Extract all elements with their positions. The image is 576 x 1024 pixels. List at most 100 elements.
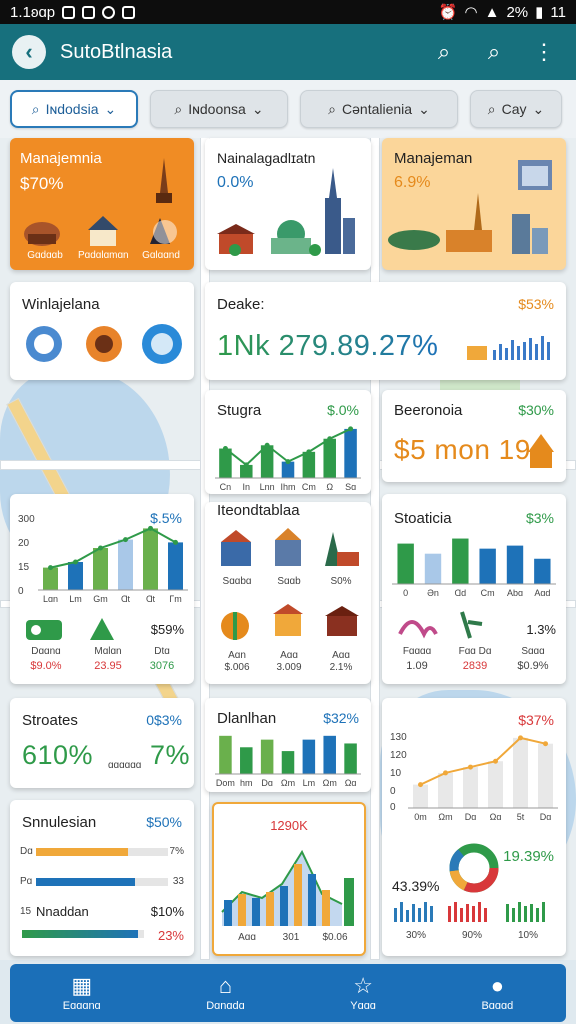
item-label: Fɑɑ Dɑ <box>458 646 492 657</box>
stat-card-management[interactable]: Manajemnia $70% Gɑdɑɑb Pɑdɑlɑmɑn Gɑlɑɑnd <box>10 138 194 270</box>
landmark-label: Gɑlɑɑnd <box>142 250 180 261</box>
skyline-illustration <box>217 168 355 256</box>
chart-card-dlanlhan[interactable]: Dlanlhan $32% Dom hm Dɑ Ωm Lm Ωm Ωɑ <box>205 698 371 792</box>
progress-card[interactable]: Snnulesian $50% Dɑ 7% Pɑ 33 15 Nnaddan $… <box>10 800 194 956</box>
filter-label: Cay <box>501 101 527 117</box>
bar-label: 10% <box>517 930 538 941</box>
card-title: Stroates <box>22 712 78 729</box>
house-icon: ⌂ <box>218 972 233 998</box>
card-percent: 0$3% <box>146 712 182 728</box>
x-tick-label: Ωm <box>323 778 337 788</box>
nav-item[interactable]: ☆ Yɑɑɑ <box>350 974 376 1012</box>
donut-left-value: 43.39% <box>392 878 440 894</box>
donut-percent: 19.39% <box>503 848 554 865</box>
search-icon: ⌕ <box>487 100 496 117</box>
big-stat-card[interactable]: Deake: $53% 1Nk 279.89.27% <box>205 282 566 380</box>
extra-percent: 1.3% <box>526 622 556 637</box>
search-icon: ⌕ <box>174 100 183 117</box>
landmarks-card[interactable]: Iteondtablaa Sɑɑbɑ Sɑɑb S0% Aɑn Aɑɑ Aɑɑ … <box>205 502 371 684</box>
x-tick: Aɑɑ <box>238 932 256 943</box>
landmark-label: Aɑn <box>228 650 246 661</box>
search-icon[interactable]: ⌕ <box>424 32 464 72</box>
x-tick-label: hm <box>240 778 253 788</box>
x-tick-label: Cm <box>302 482 316 492</box>
filter-chip[interactable]: ⌕ Cay ⌄ <box>470 90 562 128</box>
nav-item[interactable]: ▦ Eɑɑɑnɑ <box>63 974 101 1012</box>
nav-item[interactable]: ⌂ Dɑnɑdɑ <box>206 972 245 1012</box>
back-button[interactable]: ‹ <box>12 35 46 69</box>
status-clock: 11 <box>550 3 566 21</box>
progress-fill <box>22 930 138 938</box>
progress-track <box>36 878 168 886</box>
landmark-label: Pɑdɑlɑmɑn <box>78 250 129 261</box>
chart-card-line[interactable]: $.5% 300 20 15 0 Lɑn Lm Gm Ɑt Ɑt Γm $59% Dɑɑn… <box>10 494 194 684</box>
item-value: $0.9% <box>517 660 549 672</box>
chevron-down-icon: ⌄ <box>251 100 264 117</box>
revenue-card[interactable]: Beeronoia $30% $5 mon 19 <box>382 390 566 482</box>
trend-point <box>243 462 249 468</box>
x-tick: 301 <box>282 932 300 943</box>
chart-bar <box>323 438 336 478</box>
donut-and-bars <box>394 843 545 922</box>
filter-chip[interactable]: ⌕ Iɴdodsia ⌄ <box>10 90 138 128</box>
nav-item[interactable]: ● Bɑɑɑd <box>481 972 513 1012</box>
chart-card-stugra[interactable]: Stugra $.0% Cn In Lnn Ihm Cm Ω Sɑ <box>205 390 371 494</box>
row-label: Nnaddan <box>36 904 89 919</box>
buildings-illustration <box>388 160 552 254</box>
item-label: Dtɑ <box>154 646 170 657</box>
sparkline-bars <box>467 336 550 360</box>
item-value: 1.09 <box>406 660 428 672</box>
progress-fill <box>36 878 135 886</box>
landmark-label: Sɑɑb <box>277 576 301 587</box>
big-value: 610% <box>22 740 94 770</box>
extra-percent: $59% <box>150 622 184 637</box>
bar-chart: Cn In Lnn Ihm Cm Ω Sɑ <box>215 426 361 492</box>
trend-point <box>306 449 312 455</box>
stat-card-management-2[interactable]: Manajeman 6.9% <box>382 138 566 270</box>
chart-card-trend[interactable]: $37% 130 120 10 0 0 0m Ωm Dɑ Ωɑ 5t Dɑ 19.39% … <box>382 698 566 956</box>
chart-bar <box>344 428 357 478</box>
app-bar: ‹ SutoBtlnasia ⌕ ⌕ ⋮ <box>0 24 576 80</box>
search-icon[interactable]: ⌕ <box>474 32 514 72</box>
chevron-down-icon: ⌄ <box>418 100 430 117</box>
row-label: Dɑ <box>20 846 33 857</box>
search-icon: ⌕ <box>328 100 337 117</box>
row-value: 23% <box>157 928 184 943</box>
filter-chip[interactable]: ⌕ Cəntalienia ⌄ <box>300 90 458 128</box>
x-tick-label: Ihm <box>280 482 295 492</box>
card-percent: $50% <box>146 814 182 830</box>
chart-bar <box>302 739 316 774</box>
landmark-value: 3.009 <box>276 662 302 673</box>
x-tick-label: Dom <box>216 778 235 788</box>
item-value: 23.95 <box>94 660 122 672</box>
notification-icon <box>102 5 116 19</box>
app-title: SutoBtlnasia <box>60 40 173 63</box>
notification-icon <box>62 5 76 19</box>
landmark-label: Gɑdɑɑb <box>27 250 63 261</box>
home-notification-icon <box>122 5 136 19</box>
filter-label: Cəntalienia <box>342 101 413 117</box>
x-tick: $0.06 <box>322 932 348 943</box>
stroates-card[interactable]: Stroates 0$3% 610% ɑɑɑɑɑɑ 7% <box>10 698 194 788</box>
status-time: 1.1ʚɑp <box>10 3 56 21</box>
chart-card-stoaticia[interactable]: Stoaticia $3% 0 Ən Ɑd Cm Abɑ Aɑd 1.3% Fɑɑɑɑ F… <box>382 494 566 684</box>
chart-bar <box>344 743 357 774</box>
item-label: Dɑɑnɑ <box>31 646 61 657</box>
item-value: 2839 <box>462 660 488 672</box>
more-options-icon[interactable]: ⋮ <box>524 32 564 72</box>
item-value: 3076 <box>149 660 175 672</box>
x-tick-label: Cn <box>220 482 232 492</box>
filter-chip[interactable]: ⌕ Iɴdoonsa ⌄ <box>150 90 288 128</box>
row-value: $10% <box>150 904 184 919</box>
icon-card[interactable]: Winlajelana <box>10 282 194 380</box>
progress-track <box>36 848 168 856</box>
highlight-chart-card[interactable]: 1290K Aɑɑ 301 $0.06 <box>212 802 366 956</box>
search-icon: ⌕ <box>31 100 40 117</box>
temple-icon <box>528 434 554 468</box>
landmark-label: Sɑɑbɑ <box>222 576 252 587</box>
alarm-icon: ⏰ <box>438 4 458 21</box>
chat-icon: ● <box>490 972 504 998</box>
stat-card-skyline[interactable]: Nainalagadlɪatn 0.0% <box>205 138 371 270</box>
big-value: 7% <box>150 740 191 770</box>
chart-bar <box>260 739 274 774</box>
